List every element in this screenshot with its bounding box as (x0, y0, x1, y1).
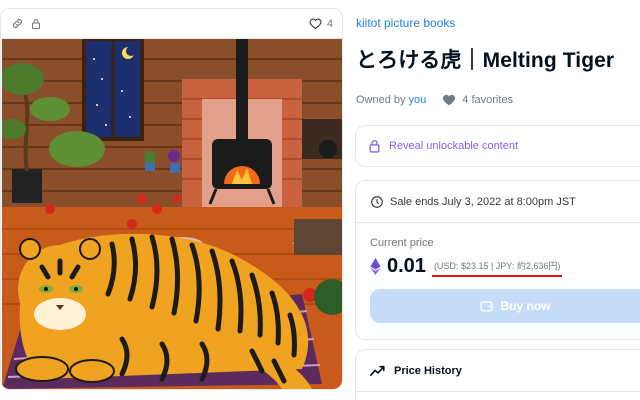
image-card-header: 4 (1, 9, 342, 39)
sale-header: Sale ends July 3, 2022 at 8:00pm JST (356, 181, 640, 223)
fiat-price-text: (USD: $23.15 | JPY: 約2,636円) (433, 261, 561, 271)
reveal-unlockable-button[interactable]: Reveal unlockable content (355, 125, 640, 167)
owner-row: Owned by you 4 favorites (356, 93, 513, 106)
ethereum-icon (370, 258, 381, 275)
nft-artwork[interactable] (2, 39, 342, 389)
price-history-panel[interactable]: Price History (355, 349, 640, 400)
wallet-icon (479, 300, 493, 312)
owner-link[interactable]: you (409, 94, 427, 106)
favorites-indicator[interactable]: 4 favorites (442, 93, 513, 106)
current-price-label: Current price (370, 237, 434, 249)
lock-icon[interactable] (30, 18, 42, 30)
sale-ends-text: Sale ends July 3, 2022 at 8:00pm JST (390, 195, 576, 208)
favorites-label: 4 favorites (462, 93, 514, 106)
artwork-illustration (2, 39, 342, 389)
fiat-price: (USD: $23.15 | JPY: 約2,636円) (431, 259, 563, 277)
lock-icon (368, 139, 381, 153)
eth-price-value: 0.01 (387, 255, 426, 277)
buy-now-button[interactable]: Buy now (370, 289, 640, 323)
unlockable-label: Reveal unlockable content (389, 140, 519, 152)
favorites-count: 4 (326, 17, 333, 30)
owned-by-label: Owned by (356, 93, 406, 106)
heart-icon (442, 93, 456, 106)
buy-now-label: Buy now (500, 299, 551, 313)
image-card: 4 (0, 8, 343, 390)
price-row: 0.01 (USD: $23.15 | JPY: 約2,636円) (370, 255, 640, 278)
trend-line-icon (370, 365, 385, 377)
heart-outline-icon[interactable] (309, 17, 322, 30)
price-history-header[interactable]: Price History (356, 350, 640, 392)
sale-panel: Sale ends July 3, 2022 at 8:00pm JST Cur… (355, 180, 640, 340)
price-history-label: Price History (394, 364, 462, 377)
page-title: とろける虎｜Melting Tiger (356, 49, 615, 72)
red-highlight-underline (431, 275, 563, 277)
clock-icon (370, 195, 384, 209)
link-icon[interactable] (11, 17, 24, 30)
collection-link[interactable]: kiitot picture books (356, 16, 455, 30)
